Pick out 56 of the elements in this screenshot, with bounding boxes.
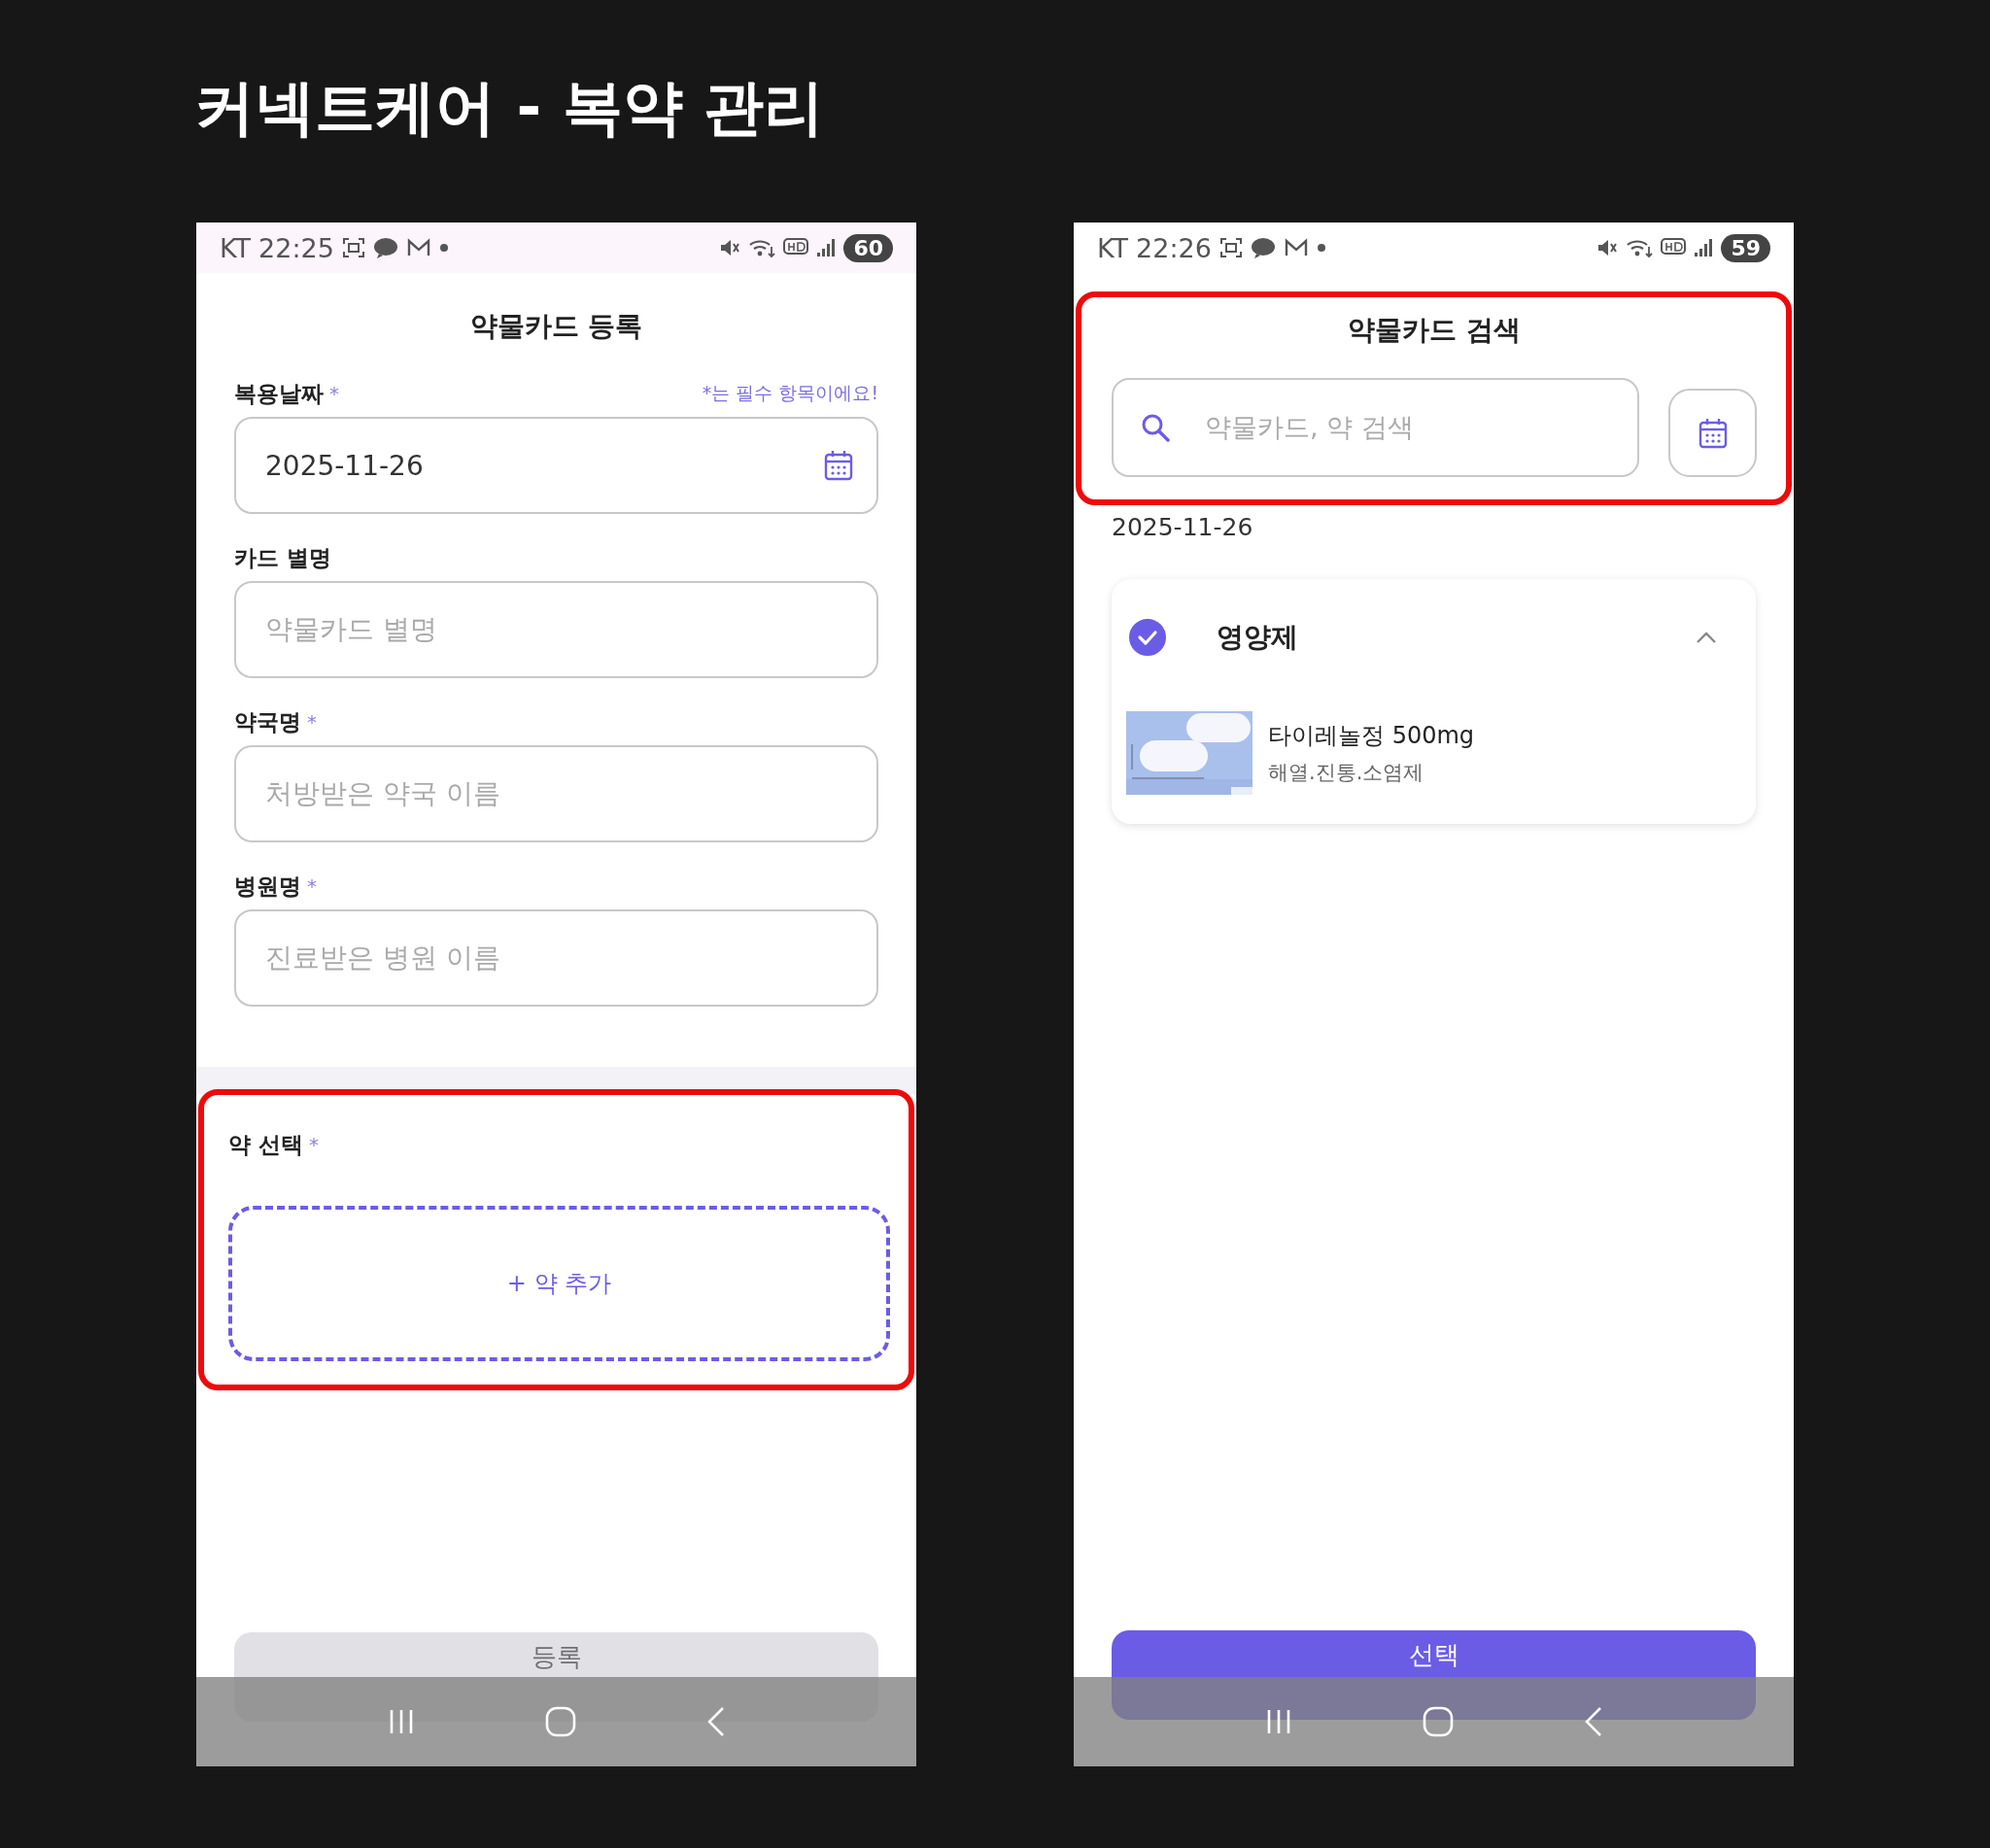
required-mark: * — [329, 382, 339, 405]
notification-dot-icon — [438, 243, 449, 253]
signal-icon — [1694, 238, 1714, 257]
search-placeholder: 약물카드, 약 검색 — [1205, 411, 1414, 444]
calendar-icon — [824, 450, 853, 481]
date-field[interactable]: 2025-11-26 — [234, 417, 878, 514]
required-mark: * — [307, 874, 317, 898]
screenshot-icon — [1218, 237, 1243, 258]
back-icon[interactable] — [706, 1706, 725, 1737]
field-label: 약 선택 — [228, 1130, 303, 1159]
wifi-icon — [748, 237, 776, 258]
field-label: 카드 별명 — [234, 543, 331, 572]
field-label: 병원명 — [234, 872, 301, 901]
mute-icon — [1596, 237, 1619, 258]
status-time: 22:26 — [1136, 232, 1212, 263]
notification-dot-icon — [1316, 243, 1326, 253]
carrier-label: KT — [1097, 232, 1129, 263]
group-name: 영양제 — [1217, 620, 1298, 655]
hd-voice-icon — [783, 238, 809, 257]
search-field[interactable]: 약물카드, 약 검색 — [1112, 378, 1639, 477]
battery-indicator: 60 — [843, 233, 893, 262]
field-label: 약국명 — [234, 707, 301, 736]
signal-icon — [816, 238, 837, 257]
mute-icon — [719, 237, 741, 258]
add-medicine-button[interactable]: + 약 추가 — [228, 1206, 890, 1361]
status-time: 22:25 — [258, 232, 334, 263]
screen-title: 약물카드 검색 — [1348, 313, 1521, 348]
input-field[interactable]: 진료받은 병원 이름 — [234, 909, 878, 1007]
mail-icon — [1283, 238, 1309, 257]
wifi-icon — [1626, 237, 1654, 258]
home-icon[interactable] — [545, 1706, 577, 1737]
back-icon[interactable] — [1584, 1706, 1602, 1737]
battery-indicator: 59 — [1721, 233, 1770, 262]
required-note: *는 필수 항목이에요! — [702, 381, 878, 405]
calendar-button[interactable] — [1668, 389, 1757, 477]
chat-bubble-icon — [372, 237, 398, 258]
input-field[interactable]: 약물카드 별명 — [234, 581, 878, 678]
required-mark: * — [309, 1133, 319, 1156]
calendar-icon — [1698, 417, 1728, 449]
collapse-chevron-icon[interactable] — [1696, 631, 1717, 644]
home-icon[interactable] — [1423, 1706, 1455, 1737]
search-icon — [1141, 413, 1170, 442]
hd-voice-icon — [1661, 238, 1687, 257]
slide-title: 커넥트케어 - 복약 관리 — [194, 71, 826, 145]
screenshot-icon — [341, 237, 365, 258]
chat-bubble-icon — [1250, 237, 1276, 258]
input-field[interactable]: 처방받은 약국 이름 — [234, 745, 878, 842]
required-mark: * — [307, 710, 317, 734]
checkbox[interactable] — [1129, 619, 1166, 656]
field-label: 복용날짜 — [234, 379, 324, 408]
date-label: 2025-11-26 — [1112, 513, 1254, 542]
screen-title: 약물카드 등록 — [468, 309, 644, 344]
medicine-category: 해열.진통.소염제 — [1268, 760, 1425, 786]
carrier-label: KT — [220, 232, 252, 263]
medicine-name: 타이레놀정 500mg — [1268, 721, 1475, 751]
mail-icon — [405, 238, 431, 257]
